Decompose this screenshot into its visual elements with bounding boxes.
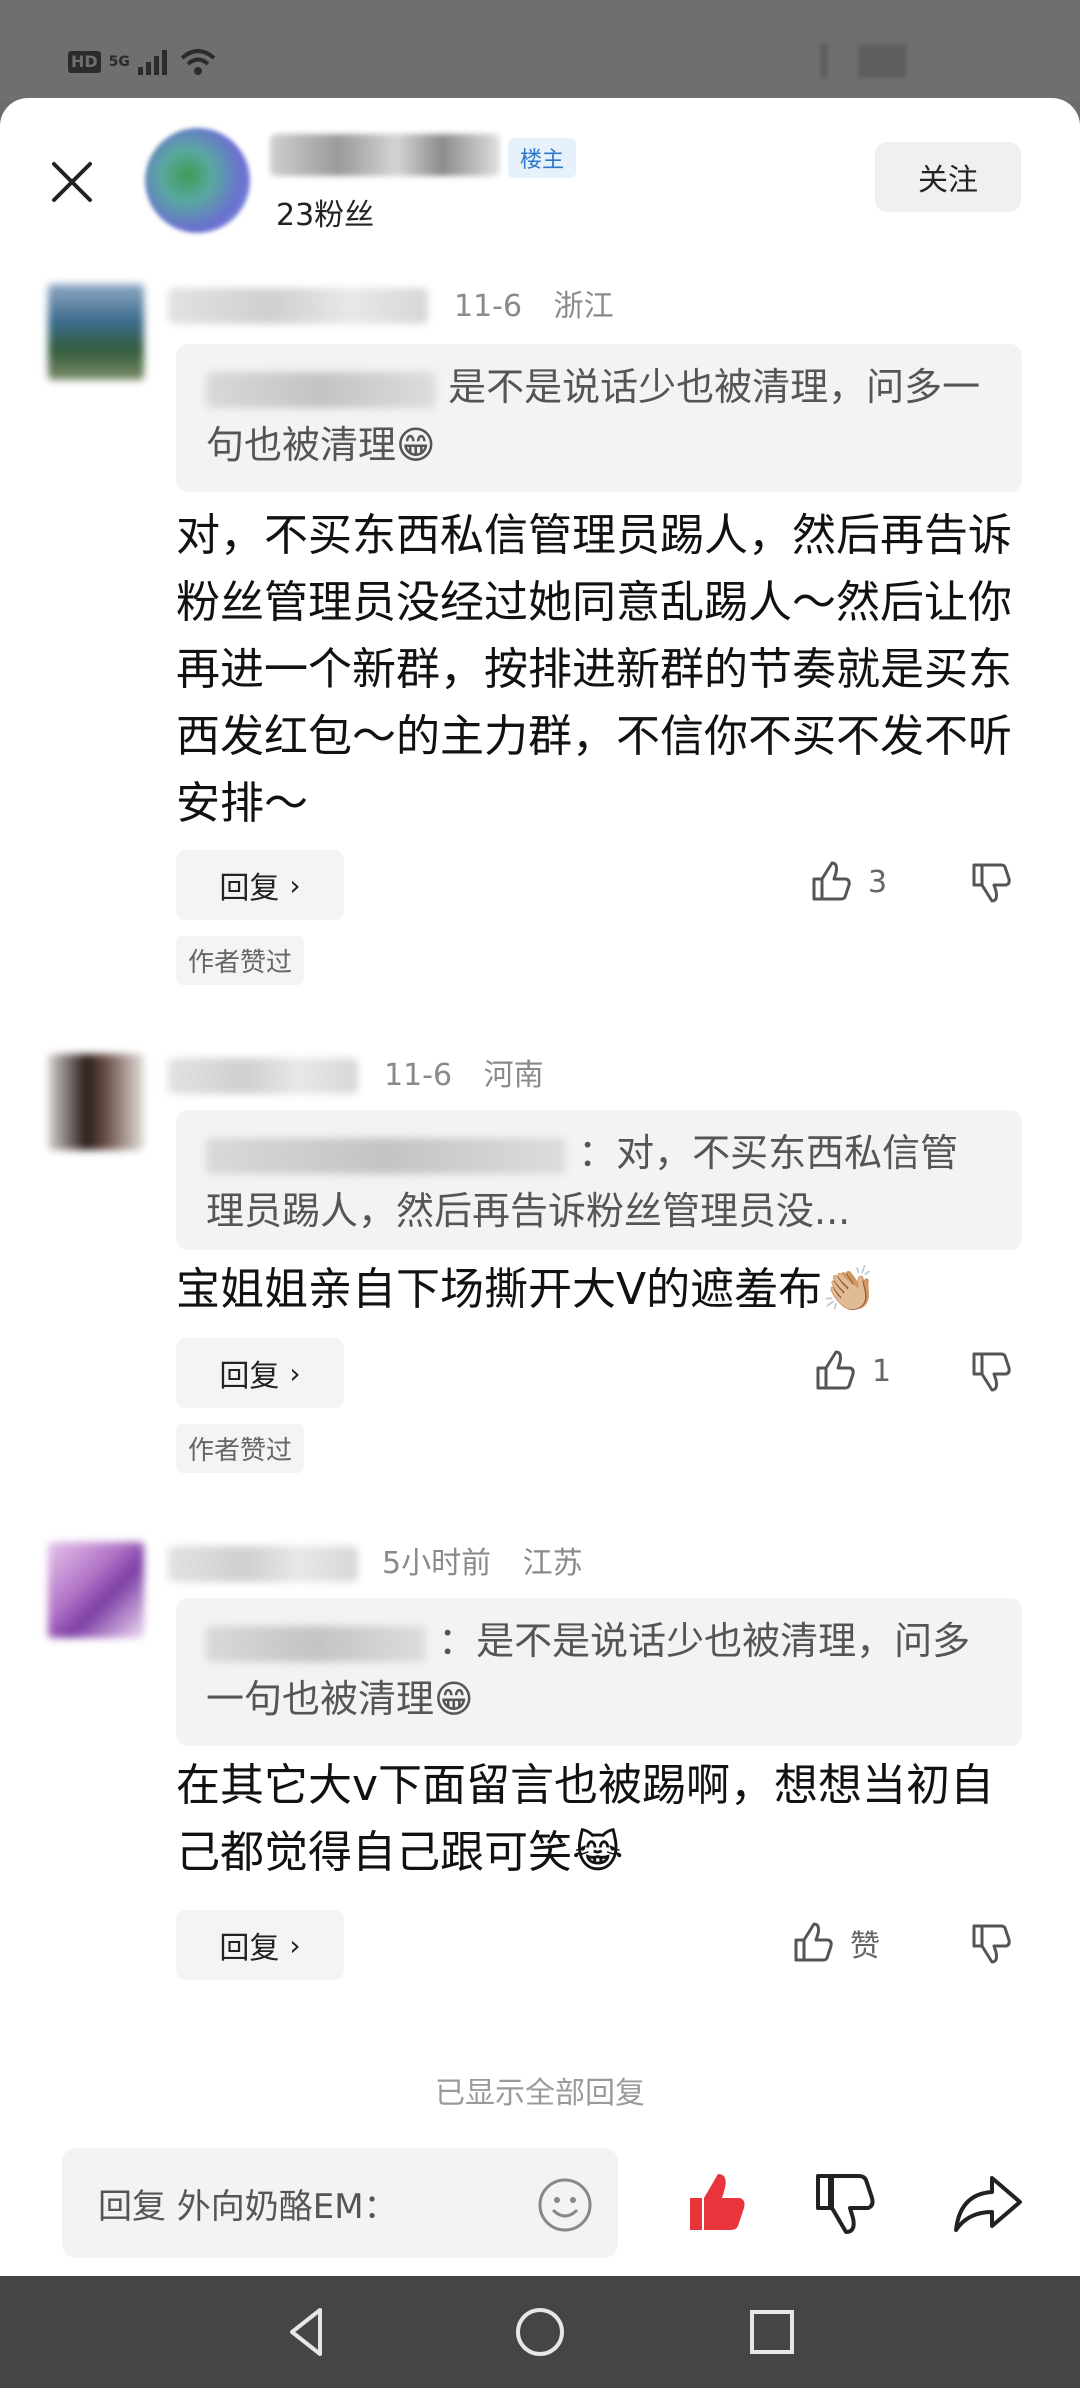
like-label: 赞 [850, 1929, 880, 1964]
like-button[interactable]: 赞 [790, 1920, 880, 1966]
reply-button[interactable]: 回复 › [176, 1338, 344, 1408]
hd-indicator: HD [68, 51, 101, 73]
system-navigation-bar [0, 2276, 1080, 2388]
quoted-comment[interactable]: ：对，不买东西私信管理员踢人，然后再告诉粉丝管理员没... [176, 1110, 1022, 1250]
wifi-icon [180, 49, 216, 75]
bottom-action-bar: 回复 外向奶酪EM： [0, 2118, 1080, 2278]
close-icon [52, 162, 92, 202]
op-fans-count: 23粉丝 [276, 198, 375, 233]
thumbs-down-icon [972, 1924, 1011, 1964]
thumbs-up-filled-icon[interactable] [684, 2170, 750, 2236]
quoted-username-blurred [206, 1625, 426, 1662]
comment-date: 11-6 [454, 289, 523, 324]
status-blur-2 [858, 44, 906, 78]
comment-body: 对，不买东西私信管理员踢人，然后再告诉粉丝管理员没经过她同意乱踢人～然后让你再进… [176, 510, 1012, 829]
comment-meta: 11-6 河南 [384, 1050, 566, 1094]
reply-button[interactable]: 回复 › [176, 1910, 344, 1980]
thumbs-up-icon [816, 1350, 855, 1390]
comment-date: 11-6 [384, 1058, 453, 1093]
status-icons: HD 5G [68, 48, 216, 76]
reply-button[interactable]: 回复 › [176, 850, 344, 920]
comment-location: 河南 [483, 1058, 544, 1093]
username-blurred[interactable] [168, 1546, 358, 1582]
reply-label: 回复 [219, 871, 280, 906]
op-avatar[interactable] [145, 128, 250, 233]
comment-meta: 11-6 浙江 [454, 281, 636, 325]
home-icon[interactable] [512, 2304, 568, 2360]
dislike-button[interactable] [968, 859, 1014, 905]
like-button[interactable]: 1 [812, 1348, 891, 1394]
thumbs-down-icon [972, 863, 1011, 903]
thumbs-down-icon[interactable] [812, 2170, 878, 2236]
emoji-icon[interactable] [536, 2176, 594, 2234]
all-replies-shown: 已显示全部回复 [435, 2076, 645, 2111]
reply-input[interactable]: 回复 外向奶酪EM： [62, 2148, 618, 2258]
op-username-blurred[interactable] [270, 134, 500, 176]
author-liked-tag: 作者赞过 [176, 1424, 305, 1473]
thumbs-down-icon [972, 1352, 1011, 1392]
network-type: 5G [108, 54, 130, 70]
reply-label: 回复 [219, 1931, 280, 1966]
like-count: 1 [872, 1353, 892, 1389]
quoted-username-blurred [206, 1137, 566, 1174]
comment-body: 宝姐姐亲自下场撕开大V的遮羞布👏🏼 [176, 1264, 877, 1315]
follow-button[interactable]: 关注 [875, 142, 1021, 212]
back-icon[interactable] [280, 2304, 336, 2360]
chevron-right-icon: › [289, 1356, 301, 1390]
quoted-comment[interactable]: 是不是说话少也被清理，问多一句也被清理😁 [176, 344, 1022, 492]
close-button[interactable] [48, 158, 96, 206]
chevron-right-icon: › [289, 1928, 301, 1962]
share-icon[interactable] [952, 2170, 1024, 2236]
comment-date: 5小时前 [382, 1546, 492, 1581]
status-bar: HD 5G [0, 0, 1080, 100]
reply-label: 回复 [219, 1359, 280, 1394]
comment-sheet: 楼主 23粉丝 关注 11-6 浙江 是不是说话少也被清理，问多一句也被清理😁 … [0, 98, 1080, 2278]
quoted-comment[interactable]: ：是不是说话少也被清理，问多一句也被清理😁 [176, 1598, 1022, 1746]
like-button[interactable]: 3 [808, 859, 887, 905]
avatar[interactable] [48, 1542, 144, 1638]
dislike-button[interactable] [968, 1920, 1014, 1966]
recents-icon[interactable] [744, 2304, 800, 2360]
avatar[interactable] [48, 1054, 144, 1150]
comment-location: 江苏 [522, 1546, 583, 1581]
op-badge: 楼主 [508, 138, 577, 178]
status-blur [820, 44, 828, 78]
dislike-button[interactable] [968, 1348, 1014, 1394]
author-liked-tag: 作者赞过 [176, 936, 305, 985]
comment-body: 在其它大v下面留言也被踢啊，想想当初自己都觉得自己跟可笑😹 [176, 1760, 995, 1878]
username-blurred[interactable] [168, 1058, 358, 1094]
like-count: 3 [868, 864, 888, 900]
thumbs-up-icon [794, 1922, 833, 1962]
comment-meta: 5小时前 江苏 [382, 1538, 605, 1582]
thumbs-up-icon [812, 861, 851, 901]
username-blurred[interactable] [168, 288, 428, 324]
comment-location: 浙江 [553, 289, 614, 324]
signal-icon [137, 50, 167, 75]
quoted-username-blurred [206, 371, 436, 408]
chevron-right-icon: › [289, 868, 301, 902]
avatar[interactable] [48, 284, 144, 380]
